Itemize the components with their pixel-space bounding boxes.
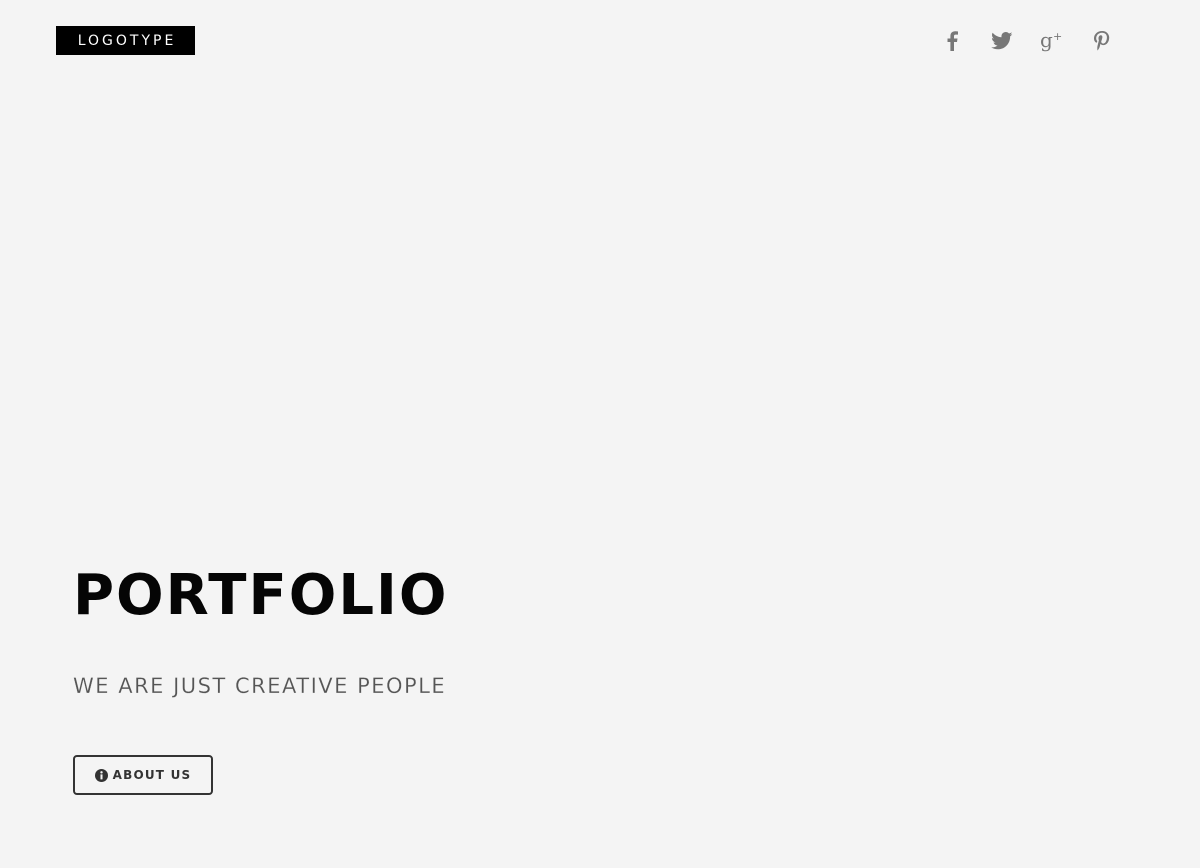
pinterest-icon [1094, 31, 1110, 51]
logo-text: LOGOTYPE [77, 32, 177, 49]
about-us-button[interactable]: ABOUT US [73, 755, 213, 795]
facebook-icon [946, 31, 958, 51]
hero-subtitle: WE ARE JUST CREATIVE PEOPLE [73, 674, 447, 698]
info-icon [94, 768, 108, 782]
svg-text:+: + [1053, 30, 1062, 43]
google-plus-link[interactable]: g + [1040, 29, 1064, 53]
google-plus-icon: g + [1040, 30, 1064, 52]
twitter-icon [991, 32, 1013, 50]
pinterest-link[interactable] [1090, 29, 1114, 53]
social-links: g + [940, 29, 1114, 53]
hero-title: PORTFOLIO [73, 563, 449, 628]
facebook-link[interactable] [940, 29, 964, 53]
page: LOGOTYPE g + PORTFOLIO WE ARE JUST CREAT… [0, 0, 1200, 868]
about-us-label: ABOUT US [112, 768, 192, 782]
logo[interactable]: LOGOTYPE [56, 26, 195, 55]
twitter-link[interactable] [990, 29, 1014, 53]
svg-text:g: g [1040, 30, 1053, 52]
